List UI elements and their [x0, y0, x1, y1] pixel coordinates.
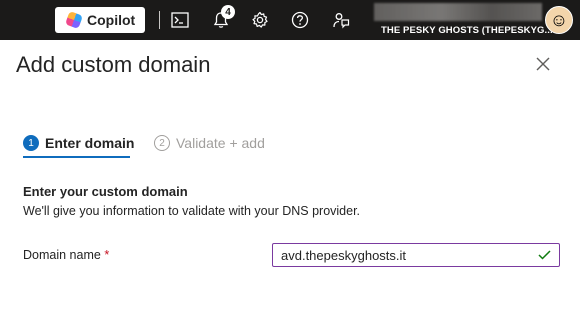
step-validate-add[interactable]: 2 Validate + add — [154, 133, 265, 153]
close-button[interactable] — [532, 53, 554, 75]
section-description: We'll give you information to validate w… — [23, 204, 361, 218]
domain-name-field[interactable] — [272, 243, 560, 267]
account-email-redacted — [374, 3, 542, 21]
domain-name-input[interactable] — [281, 247, 537, 263]
section-title: Enter your custom domain — [23, 184, 188, 199]
cloud-shell-icon[interactable] — [169, 9, 191, 31]
copilot-button[interactable]: Copilot — [55, 7, 145, 33]
required-marker: * — [104, 248, 110, 262]
help-icon[interactable] — [289, 9, 311, 31]
step-number: 1 — [23, 135, 39, 151]
step-label: Enter domain — [45, 135, 135, 151]
active-step-indicator — [23, 156, 130, 158]
step-label: Validate + add — [176, 135, 265, 151]
account-menu[interactable]: THE PESKY GHOSTS (THEPESKYG... — [374, 3, 553, 37]
feedback-icon[interactable] — [330, 9, 352, 31]
copilot-icon — [65, 11, 83, 29]
notifications-badge: 4 — [221, 5, 235, 19]
domain-name-label: Domain name * — [23, 248, 109, 262]
field-label-text: Domain name — [23, 248, 101, 262]
close-icon — [536, 57, 550, 71]
step-enter-domain[interactable]: 1 Enter domain — [23, 133, 134, 153]
copilot-label: Copilot — [87, 12, 136, 28]
valid-check-icon — [537, 248, 551, 262]
settings-icon[interactable] — [249, 9, 271, 31]
toolbar-divider — [159, 11, 160, 29]
account-directory-name: THE PESKY GHOSTS (THEPESKYG... — [381, 25, 553, 36]
avatar[interactable]: ☺ — [545, 6, 573, 34]
top-bar: Copilot 4 THE PESKY GHOSTS (THEPESKYG...… — [0, 0, 580, 40]
page-title: Add custom domain — [16, 52, 211, 77]
step-number: 2 — [154, 135, 170, 151]
